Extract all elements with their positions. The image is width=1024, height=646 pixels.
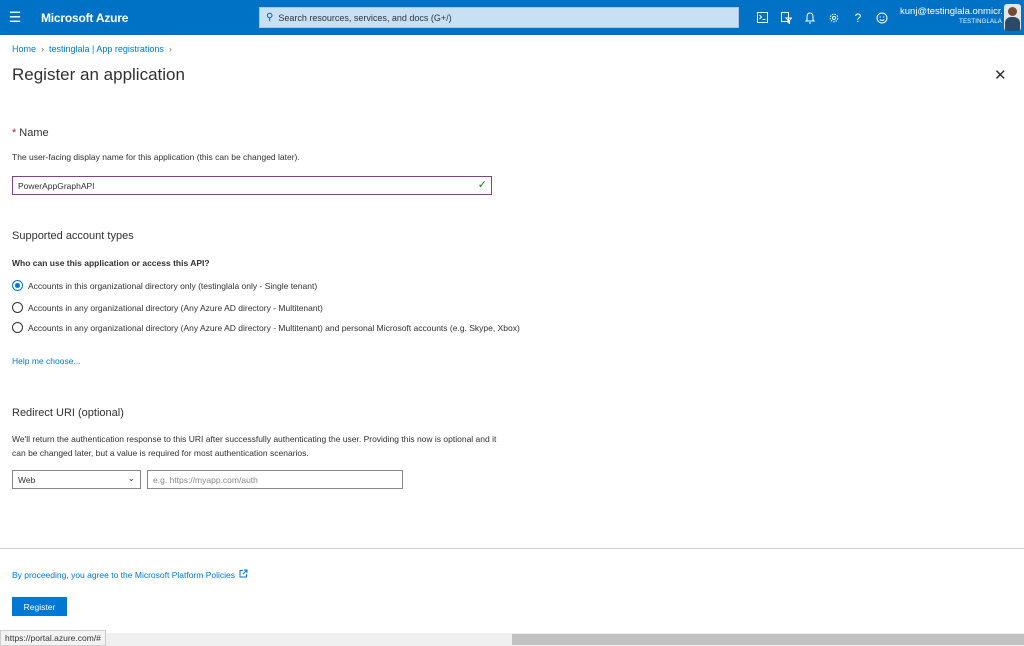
chevron-right-icon: › bbox=[168, 44, 172, 54]
close-icon[interactable]: ✕ bbox=[994, 66, 1007, 84]
name-field[interactable]: ✓ bbox=[12, 176, 492, 195]
name-label: * Name bbox=[12, 127, 49, 139]
platform-policies-link[interactable]: By proceeding, you agree to the Microsof… bbox=[12, 569, 248, 580]
redirect-uri-description: We'll return the authentication response… bbox=[12, 434, 497, 458]
required-marker: * bbox=[12, 127, 17, 139]
feedback-icon[interactable] bbox=[870, 0, 894, 35]
name-description: The user-facing display name for this ap… bbox=[12, 152, 300, 162]
hamburger-icon[interactable]: ☰ bbox=[0, 0, 30, 35]
top-bar: ☰ Microsoft Azure ⚲ ? kunj@testinglala.o… bbox=[0, 0, 1024, 35]
search-box[interactable]: ⚲ bbox=[259, 7, 739, 28]
radio-multitenant-personal[interactable]: Accounts in any organizational directory… bbox=[12, 322, 520, 333]
directory-filter-icon[interactable] bbox=[774, 0, 798, 35]
scrollbar-thumb[interactable] bbox=[512, 634, 1024, 645]
breadcrumb-app-registrations[interactable]: testinglala | App registrations bbox=[49, 44, 164, 54]
account-info[interactable]: kunj@testinglala.onmicr... TESTINGLALA bbox=[900, 6, 1002, 25]
radio-label: Accounts in any organizational directory… bbox=[28, 302, 323, 313]
account-tenant: TESTINGLALA bbox=[959, 19, 1002, 25]
radio-single-tenant[interactable]: Accounts in this organizational director… bbox=[12, 280, 317, 291]
radio-button[interactable] bbox=[12, 322, 23, 333]
redirect-uri-field[interactable] bbox=[147, 470, 403, 489]
status-url: https://portal.azure.com/# bbox=[0, 630, 106, 646]
radio-button[interactable] bbox=[12, 280, 23, 291]
help-icon[interactable]: ? bbox=[846, 0, 870, 35]
footer-divider bbox=[0, 548, 1024, 549]
platform-value: Web bbox=[18, 474, 36, 485]
search-icon: ⚲ bbox=[266, 12, 274, 23]
search-input[interactable] bbox=[278, 12, 719, 23]
chevron-down-icon: ⌄ bbox=[127, 473, 135, 483]
policy-text: By proceeding, you agree to the Microsof… bbox=[12, 569, 235, 580]
page-title: Register an application bbox=[12, 65, 185, 84]
toolbar-icons: ? bbox=[750, 0, 894, 35]
radio-label: Accounts in this organizational director… bbox=[28, 280, 318, 291]
avatar[interactable] bbox=[1004, 4, 1021, 31]
redirect-uri-title: Redirect URI (optional) bbox=[12, 407, 124, 419]
external-link-icon bbox=[239, 569, 248, 580]
register-button[interactable]: Register bbox=[12, 597, 67, 616]
radio-button[interactable] bbox=[12, 302, 23, 313]
chevron-right-icon: › bbox=[41, 44, 45, 54]
account-types-question: Who can use this application or access t… bbox=[12, 258, 210, 268]
checkmark-icon: ✓ bbox=[477, 179, 487, 191]
horizontal-scrollbar[interactable] bbox=[100, 633, 1024, 646]
platform-select[interactable]: Web ⌄ bbox=[12, 470, 141, 489]
account-user: kunj@testinglala.onmicr... bbox=[900, 6, 1002, 17]
breadcrumb-home[interactable]: Home bbox=[12, 44, 36, 54]
radio-multitenant[interactable]: Accounts in any organizational directory… bbox=[12, 302, 323, 313]
bell-icon[interactable] bbox=[798, 0, 822, 35]
breadcrumb: Home › testinglala | App registrations › bbox=[12, 44, 177, 54]
cloud-shell-icon[interactable] bbox=[750, 0, 774, 35]
redirect-uri-input[interactable] bbox=[153, 474, 393, 485]
gear-icon[interactable] bbox=[822, 0, 846, 35]
radio-label: Accounts in any organizational directory… bbox=[28, 322, 520, 333]
help-me-choose-link[interactable]: Help me choose... bbox=[12, 356, 81, 366]
name-label-text: Name bbox=[19, 127, 49, 139]
account-types-title: Supported account types bbox=[12, 230, 134, 242]
brand-title[interactable]: Microsoft Azure bbox=[41, 11, 249, 25]
name-input[interactable] bbox=[18, 180, 468, 191]
